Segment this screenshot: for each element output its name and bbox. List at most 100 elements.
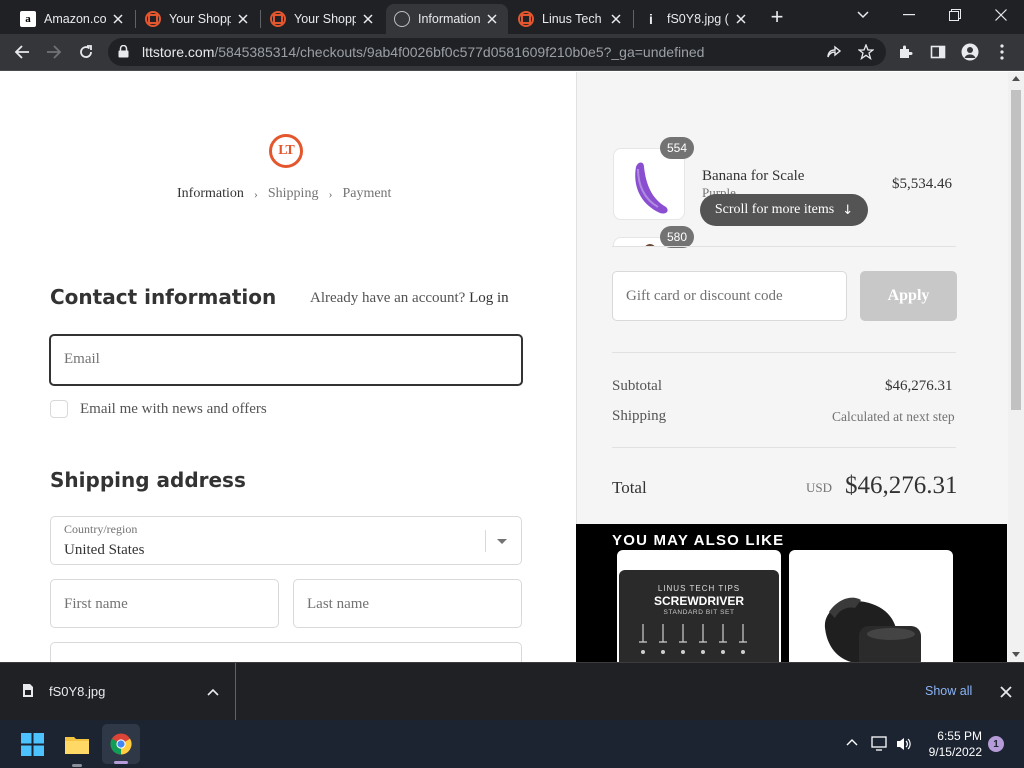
quantity-badge: 580 <box>660 226 695 248</box>
system-clock[interactable]: 6:55 PM 9/15/2022 <box>922 728 982 760</box>
login-link[interactable]: Log in <box>469 290 509 306</box>
notification-badge[interactable]: 1 <box>988 736 1004 752</box>
subtotal-value: $46,276.31 <box>885 378 953 394</box>
side-panel-icon[interactable] <box>926 40 950 64</box>
chrome-icon <box>110 733 132 755</box>
tab-image[interactable]: i fS0Y8.jpg ( <box>635 4 757 34</box>
network-icon[interactable] <box>871 736 889 752</box>
tab-linus-tech[interactable]: Linus Tech <box>510 4 632 34</box>
bottle-lid-image <box>824 597 921 662</box>
screwdriver-box-image: LINUS TECH TIPS SCREWDRIVER STANDARD BIT… <box>619 570 779 662</box>
share-icon[interactable] <box>824 43 844 61</box>
forward-button[interactable] <box>40 40 68 64</box>
extensions-icon[interactable] <box>894 40 918 64</box>
file-icon: i <box>649 11 653 27</box>
amazon-icon: a <box>20 11 36 27</box>
reload-button[interactable] <box>72 40 100 64</box>
close-icon[interactable] <box>484 11 500 27</box>
page-scrollbar[interactable] <box>1008 72 1024 662</box>
bookmark-star-icon[interactable] <box>856 43 876 61</box>
tab-title: Information <box>418 12 480 26</box>
tab-title: Your Shopping <box>294 12 356 26</box>
account-prompt: Already have an account? Log in <box>310 290 509 306</box>
ltt-icon <box>270 11 286 27</box>
arrow-down-icon: ↓ <box>842 202 854 218</box>
show-all-downloads-link[interactable]: Show all <box>925 684 972 698</box>
globe-icon <box>394 11 410 27</box>
close-icon[interactable] <box>110 11 126 27</box>
back-button[interactable] <box>8 40 36 64</box>
checkout-page: LT Information › Shipping › Payment Cont… <box>0 72 1024 662</box>
chrome-taskbar-button[interactable] <box>102 724 140 764</box>
scroll-up-icon[interactable] <box>1012 76 1020 81</box>
country-select[interactable]: Country/region United States <box>50 516 522 565</box>
upsell-card-bottle[interactable] <box>789 550 953 662</box>
scroll-down-icon[interactable] <box>1012 652 1020 657</box>
tab-title: Linus Tech <box>542 12 602 26</box>
checkout-main: LT Information › Shipping › Payment Cont… <box>0 72 576 662</box>
shipping-label: Shipping <box>612 408 667 424</box>
chevron-up-icon[interactable] <box>207 688 219 696</box>
upsell-title: YOU MAY ALSO LIKE <box>612 532 785 549</box>
apply-button[interactable]: Apply <box>860 271 957 321</box>
close-icon[interactable] <box>360 11 376 27</box>
file-icon <box>23 684 33 697</box>
file-explorer-icon[interactable] <box>64 733 90 755</box>
close-icon[interactable] <box>235 11 251 27</box>
download-file-name: fS0Y8.jpg <box>49 684 106 699</box>
close-icon[interactable] <box>733 11 749 27</box>
menu-icon[interactable] <box>990 40 1014 64</box>
ltt-icon <box>145 11 161 27</box>
close-download-bar-icon[interactable] <box>1000 686 1012 698</box>
address-field[interactable] <box>50 642 522 662</box>
country-value: United States <box>64 542 145 558</box>
download-bar: fS0Y8.jpg Show all <box>0 662 1024 721</box>
restore-button[interactable] <box>932 0 978 30</box>
newsletter-label[interactable]: Email me with news and offers <box>80 401 267 418</box>
tab-strip: a Amazon.com Your Shopping Your Shopping… <box>0 0 1024 34</box>
scroll-more-button[interactable]: Scroll for more items ↓ <box>700 194 868 226</box>
chevron-up-icon[interactable] <box>846 738 858 746</box>
quantity-badge: 554 <box>660 137 695 159</box>
upsell-card-screwdriver[interactable]: LINUS TECH TIPS SCREWDRIVER STANDARD BIT… <box>617 550 781 662</box>
breadcrumb-payment[interactable]: Payment <box>342 186 391 202</box>
store-logo[interactable]: LT <box>269 134 303 168</box>
last-name-field[interactable]: Last name <box>293 579 522 628</box>
product-price: $5,534.46 <box>892 176 952 192</box>
breadcrumb: Information › Shipping › Payment <box>177 186 391 202</box>
lock-icon[interactable] <box>118 44 129 63</box>
tab-shopping-1[interactable]: Your Shopping <box>137 4 259 34</box>
scroll-thumb[interactable] <box>1011 90 1021 410</box>
discount-code-field[interactable]: Gift card or discount code <box>612 271 847 321</box>
shipping-value: Calculated at next step <box>832 409 955 424</box>
volume-icon[interactable] <box>895 736 913 752</box>
url-text[interactable]: lttstore.com/5845385314/checkouts/9ab4f0… <box>142 44 704 60</box>
tab-amazon[interactable]: a Amazon.com <box>12 4 134 34</box>
window-close-button[interactable] <box>978 0 1024 30</box>
download-item[interactable]: fS0Y8.jpg <box>0 663 236 721</box>
ltt-icon <box>518 11 534 27</box>
total-label: Total <box>612 478 647 497</box>
profile-icon[interactable] <box>958 40 982 64</box>
tab-search-button[interactable] <box>840 0 886 30</box>
contact-heading: Contact information <box>50 285 277 309</box>
close-icon[interactable] <box>608 11 624 27</box>
breadcrumb-shipping[interactable]: Shipping <box>268 186 319 202</box>
new-tab-button[interactable]: + <box>764 6 790 28</box>
total-value: $46,276.31 <box>845 472 958 499</box>
address-bar[interactable]: lttstore.com/5845385314/checkouts/9ab4f0… <box>108 38 886 66</box>
breadcrumb-information[interactable]: Information <box>177 186 244 202</box>
email-field[interactable]: Email <box>49 334 523 386</box>
chevron-down-icon <box>497 539 507 544</box>
tab-title: Amazon.com <box>44 12 106 26</box>
newsletter-checkbox[interactable] <box>50 400 68 418</box>
minimize-button[interactable] <box>886 0 932 30</box>
banana-image <box>635 162 668 214</box>
first-name-field[interactable]: First name <box>50 579 279 628</box>
tab-shopping-2[interactable]: Your Shopping <box>262 4 384 34</box>
windows-start-icon[interactable] <box>21 733 44 756</box>
email-placeholder: Email <box>64 351 100 367</box>
browser-toolbar: lttstore.com/5845385314/checkouts/9ab4f0… <box>0 34 1024 71</box>
tab-information[interactable]: Information <box>386 4 508 34</box>
product-name: Banana for Scale <box>702 168 805 184</box>
